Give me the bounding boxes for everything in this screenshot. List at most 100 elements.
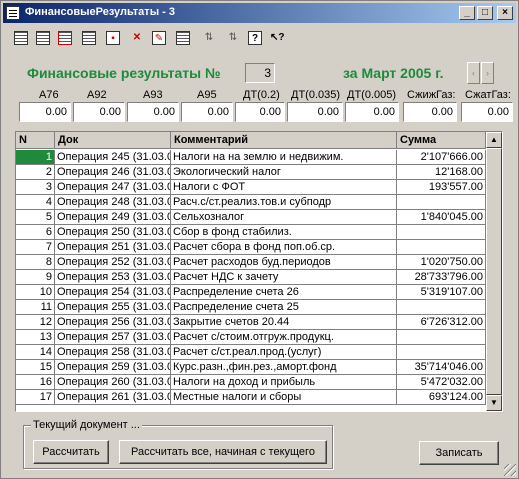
cell-doc[interactable]: Операция 251 (31.03.0 — [55, 240, 171, 255]
cell-n[interactable]: 3 — [16, 180, 55, 195]
table-row[interactable]: 14 Операция 258 (31.03.0 Расчет с/ст.реал.… — [16, 345, 486, 360]
cell-comment[interactable]: Местные налоги и сборы — [171, 390, 397, 405]
column-header-comment[interactable]: Комментарий — [171, 132, 397, 149]
cell-n[interactable]: 1 — [16, 150, 55, 165]
cell-n[interactable]: 10 — [16, 285, 55, 300]
cell-n[interactable]: 5 — [16, 210, 55, 225]
next-period-button[interactable]: › — [481, 62, 494, 84]
cell-n[interactable]: 4 — [16, 195, 55, 210]
field-a95[interactable]: 0.00 — [181, 102, 233, 122]
minimize-button[interactable]: _ — [459, 6, 475, 20]
cell-n[interactable]: 15 — [16, 360, 55, 375]
cell-comment[interactable]: Распределение счета 26 — [171, 285, 397, 300]
close-button[interactable]: × — [497, 6, 513, 20]
sort-asc-icon[interactable]: ⇅ — [199, 28, 219, 48]
cell-comment[interactable]: Налоги на на землю и недвижим. — [171, 150, 397, 165]
cell-sum[interactable]: 5'319'107.00 — [397, 285, 486, 300]
cell-sum[interactable]: 1'020'750.00 — [397, 255, 486, 270]
cell-sum[interactable]: 28'733'796.00 — [397, 270, 486, 285]
print-icon[interactable] — [79, 28, 99, 48]
cell-n[interactable]: 6 — [16, 225, 55, 240]
post-icon[interactable]: ✕ — [127, 28, 147, 48]
field-cng[interactable]: 0.00 — [461, 102, 513, 122]
cell-sum[interactable]: 693'124.00 — [397, 390, 486, 405]
cell-doc[interactable]: Операция 245 (31.03.0 — [55, 150, 171, 165]
field-a93[interactable]: 0.00 — [127, 102, 179, 122]
cell-doc[interactable]: Операция 249 (31.03.0 — [55, 210, 171, 225]
calculate-button[interactable]: Рассчитать — [33, 440, 109, 464]
cell-n[interactable]: 16 — [16, 375, 55, 390]
edit-icon[interactable]: ✎ — [149, 28, 169, 48]
field-dt02[interactable]: 0.00 — [235, 102, 285, 122]
cell-doc[interactable]: Операция 256 (31.03.0 — [55, 315, 171, 330]
cell-doc[interactable]: Операция 248 (31.03.0 — [55, 195, 171, 210]
table-row[interactable]: 5 Операция 249 (31.03.0 Сельхозналог 1'840'… — [16, 210, 486, 225]
table-row[interactable]: 6 Операция 250 (31.03.0 Сбор в фонд стабил… — [16, 225, 486, 240]
cell-comment[interactable]: Закрытие счетов 20.44 — [171, 315, 397, 330]
cell-doc[interactable]: Операция 252 (31.03.0 — [55, 255, 171, 270]
cell-doc[interactable]: Операция 261 (31.03.0 — [55, 390, 171, 405]
field-a76[interactable]: 0.00 — [19, 102, 71, 122]
cell-comment[interactable]: Сбор в фонд стабилиз. — [171, 225, 397, 240]
cell-doc[interactable]: Операция 255 (31.03.0 — [55, 300, 171, 315]
cell-sum[interactable]: 35'714'046.00 — [397, 360, 486, 375]
table-row[interactable]: 7 Операция 251 (31.03.0 Расчет сбора в фон… — [16, 240, 486, 255]
prev-period-button[interactable]: ‹ — [467, 62, 480, 84]
cell-sum[interactable]: 5'472'032.00 — [397, 375, 486, 390]
cell-comment[interactable]: Расчет сбора в фонд поп.об.ср. — [171, 240, 397, 255]
cell-doc[interactable]: Операция 260 (31.03.0 — [55, 375, 171, 390]
cell-comment[interactable]: Расчет с/стоим.отгруж.продукц. — [171, 330, 397, 345]
column-header-n[interactable]: N — [16, 132, 55, 149]
cell-comment[interactable]: Распределение счета 25 — [171, 300, 397, 315]
journal-icon[interactable]: ▪ — [103, 28, 123, 48]
cell-comment[interactable]: Экологический налог — [171, 165, 397, 180]
field-dt0005[interactable]: 0.00 — [345, 102, 399, 122]
cell-n[interactable]: 8 — [16, 255, 55, 270]
scroll-thumb[interactable] — [486, 148, 502, 395]
column-header-doc[interactable]: Док — [55, 132, 171, 149]
cell-n[interactable]: 17 — [16, 390, 55, 405]
table-row[interactable]: 10 Операция 254 (31.03.0 Распределение сче… — [16, 285, 486, 300]
table-row[interactable]: 1 Операция 245 (31.03.0 Налоги на на землю… — [16, 150, 486, 165]
cell-comment[interactable]: Расчет расходов буд.периодов — [171, 255, 397, 270]
table-row[interactable]: 12 Операция 256 (31.03.0 Закрытие счетов 2… — [16, 315, 486, 330]
table-row[interactable]: 13 Операция 257 (31.03.0 Расчет с/стоим.от… — [16, 330, 486, 345]
cell-n[interactable]: 13 — [16, 330, 55, 345]
cell-doc[interactable]: Операция 257 (31.03.0 — [55, 330, 171, 345]
table-row[interactable]: 3 Операция 247 (31.03.0 Налоги с ФОТ 193'55… — [16, 180, 486, 195]
cell-n[interactable]: 14 — [16, 345, 55, 360]
cell-comment[interactable]: Налоги с ФОТ — [171, 180, 397, 195]
cell-comment[interactable]: Налоги на доход и прибыль — [171, 375, 397, 390]
cell-n[interactable]: 2 — [16, 165, 55, 180]
cell-n[interactable]: 12 — [16, 315, 55, 330]
table-row[interactable]: 4 Операция 248 (31.03.0 Расч.с/ст.реализ.т… — [16, 195, 486, 210]
cell-sum[interactable] — [397, 225, 486, 240]
sort-desc-icon[interactable]: ⇅ — [223, 28, 243, 48]
cell-comment[interactable]: Расчет НДС к зачету — [171, 270, 397, 285]
calculate-all-button[interactable]: Рассчитать все, начиная с текущего — [119, 440, 327, 464]
cell-comment[interactable]: Курс.разн.,фин.рез.,аморт.фонд — [171, 360, 397, 375]
field-dt0035[interactable]: 0.00 — [287, 102, 343, 122]
resize-grip[interactable] — [504, 464, 516, 476]
cell-doc[interactable]: Операция 253 (31.03.0 — [55, 270, 171, 285]
delete-doc-icon[interactable] — [55, 28, 75, 48]
cell-sum[interactable] — [397, 345, 486, 360]
table-scrollbar[interactable]: ▲ ▼ — [486, 132, 502, 411]
cell-comment[interactable]: Сельхозналог — [171, 210, 397, 225]
cell-sum[interactable]: 6'726'312.00 — [397, 315, 486, 330]
cell-doc[interactable]: Операция 250 (31.03.0 — [55, 225, 171, 240]
cell-sum[interactable]: 12'168.00 — [397, 165, 486, 180]
table-row[interactable]: 9 Операция 253 (31.03.0 Расчет НДС к зачет… — [16, 270, 486, 285]
table-row[interactable]: 11 Операция 255 (31.03.0 Распределение сче… — [16, 300, 486, 315]
table-row[interactable]: 15 Операция 259 (31.03.0 Курс.разн.,фин.ре… — [16, 360, 486, 375]
cell-doc[interactable]: Операция 259 (31.03.0 — [55, 360, 171, 375]
save-button[interactable]: Записать — [419, 441, 499, 465]
cell-doc[interactable]: Операция 258 (31.03.0 — [55, 345, 171, 360]
field-lpg[interactable]: 0.00 — [403, 102, 457, 122]
cell-comment[interactable]: Расч.с/ст.реализ.тов.и субподр — [171, 195, 397, 210]
field-a92[interactable]: 0.00 — [73, 102, 125, 122]
title-bar[interactable]: ФинансовыеРезультаты - 3 _ □ × — [3, 3, 516, 23]
cell-n[interactable]: 7 — [16, 240, 55, 255]
pointer-help-icon[interactable]: ↖? — [267, 28, 287, 48]
help-icon[interactable]: ? — [245, 28, 265, 48]
